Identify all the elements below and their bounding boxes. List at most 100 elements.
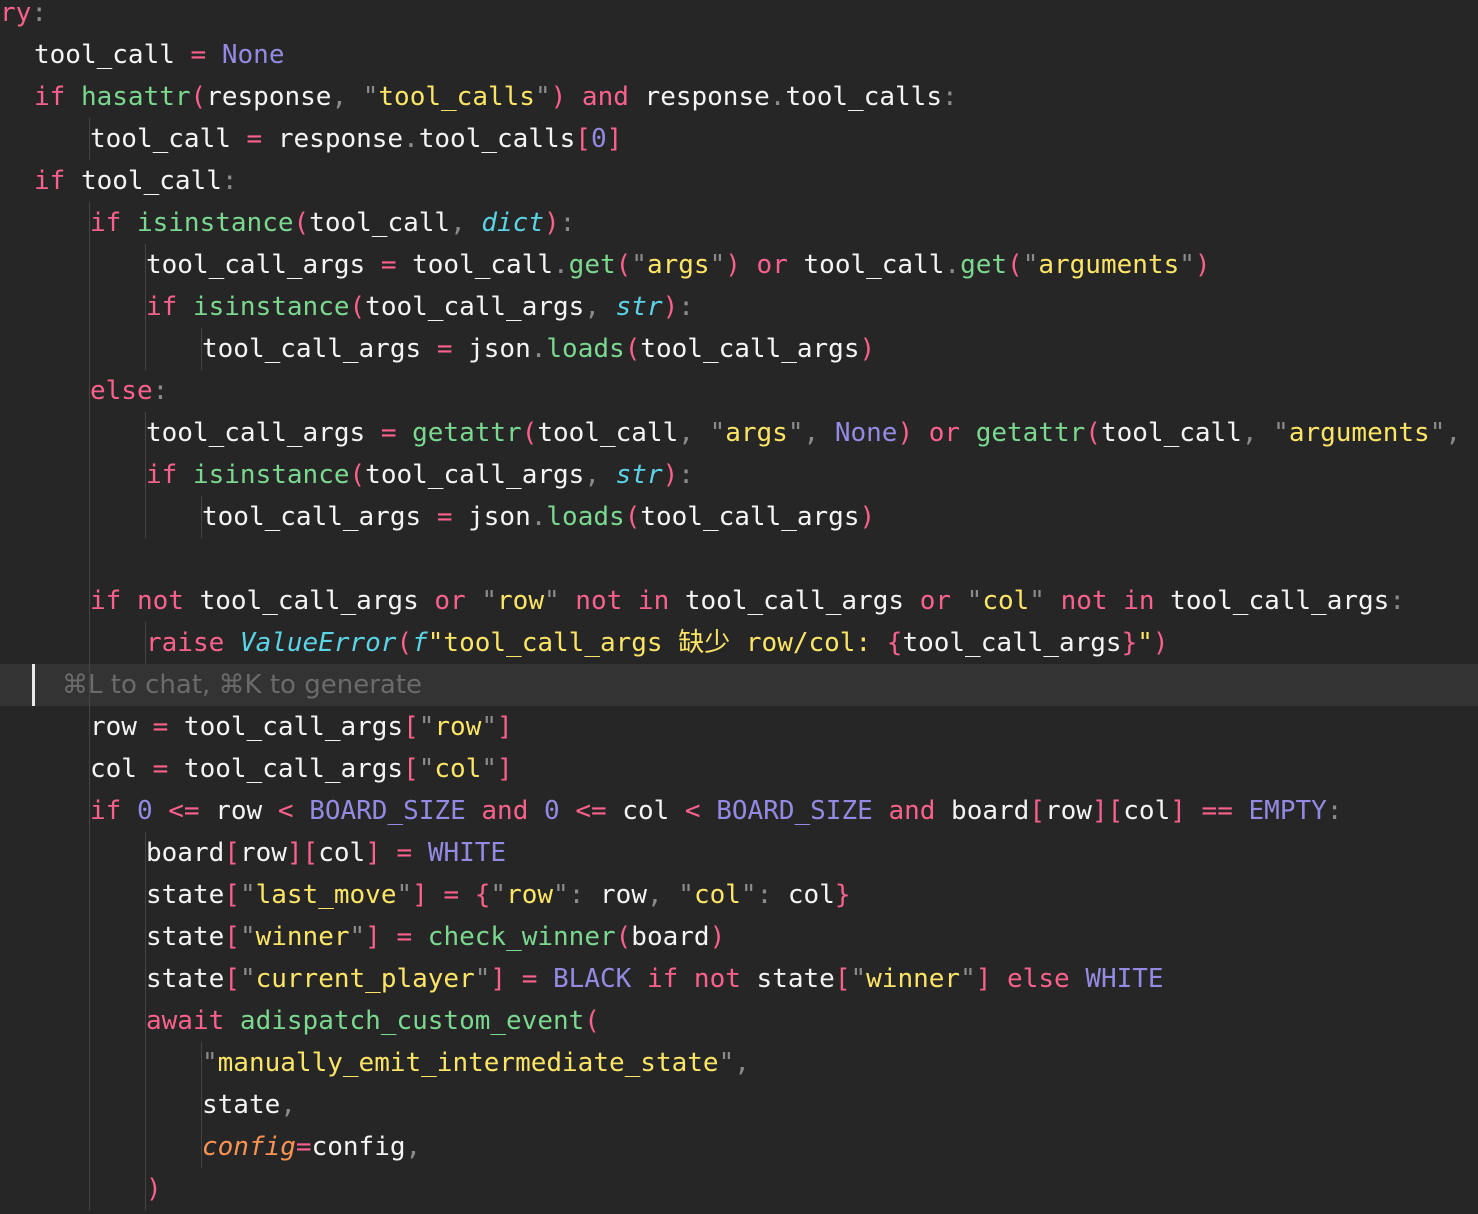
code-token: f: [412, 628, 428, 658]
code-text: tool_call_args = json.loads(tool_call_ar…: [202, 328, 875, 370]
code-line[interactable]: if hasattr(response, "tool_calls") and r…: [0, 76, 1478, 118]
code-token: args: [725, 418, 788, 448]
code-token: ,: [1445, 418, 1477, 448]
code-line[interactable]: tool_call_args = getattr(tool_call, "arg…: [0, 412, 1478, 454]
code-token: ": [850, 964, 867, 994]
code-line[interactable]: col = tool_call_args["col"]: [0, 748, 1478, 790]
code-token: get: [568, 250, 616, 280]
code-token: =: [521, 964, 538, 994]
code-token: getattr: [412, 418, 522, 448]
code-token: state: [202, 1090, 281, 1120]
code-token: tool_call_args: [1170, 586, 1390, 616]
code-token: BLACK: [553, 964, 632, 994]
code-line[interactable]: if not tool_call_args or "row" not in to…: [0, 580, 1478, 622]
code-token: ": [349, 922, 366, 952]
code-token: tool_call_args: [365, 460, 585, 490]
code-token: row: [506, 880, 554, 910]
code-token: 0: [136, 796, 153, 826]
code-token: :: [678, 292, 694, 322]
code-token: =: [396, 838, 413, 868]
code-token: ==: [1201, 796, 1233, 826]
code-token: col: [982, 586, 1030, 616]
code-token: ": [553, 880, 569, 910]
code-token: :: [559, 208, 576, 238]
code-token: and: [481, 796, 529, 826]
code-token: tool_call_args: [168, 712, 404, 742]
code-token: tool_call: [396, 250, 554, 280]
code-token: (: [293, 208, 310, 238]
code-line[interactable]: ry:: [0, 0, 1478, 34]
code-token: json: [452, 334, 531, 364]
code-token: :: [1389, 586, 1405, 616]
code-line[interactable]: state["winner"] = check_winner(board): [0, 916, 1478, 958]
code-token: BOARD_SIZE: [309, 796, 466, 826]
code-token: :: [568, 880, 601, 910]
code-token: tool_call_args: [640, 502, 860, 532]
code-token: tool_call_args: [168, 754, 404, 784]
code-token: 0: [544, 796, 560, 826]
code-token: ": [709, 250, 726, 280]
code-token: (: [190, 82, 207, 112]
code-token: row: [90, 712, 153, 742]
code-token: if not: [90, 586, 200, 616]
indent-guide: [145, 412, 146, 538]
code-line[interactable]: await adispatch_custom_event(: [0, 1000, 1478, 1042]
code-token: tool_call_args: [146, 418, 381, 448]
code-line[interactable]: if 0 <= row < BOARD_SIZE and 0 <= col < …: [0, 790, 1478, 832]
code-token: ]: [365, 838, 381, 868]
code-line[interactable]: tool_call = response.tool_calls[0]: [0, 118, 1478, 160]
code-token: ): [859, 334, 876, 364]
code-line[interactable]: board[row][col] = WHITE: [0, 832, 1478, 874]
code-line[interactable]: if tool_call:: [0, 160, 1478, 202]
code-line[interactable]: "manually_emit_intermediate_state",: [0, 1042, 1478, 1084]
code-token: tool_call_args: [902, 628, 1122, 658]
code-token: =: [380, 250, 397, 280]
code-line[interactable]: if isinstance(tool_call, dict):: [0, 202, 1478, 244]
code-line[interactable]: tool_call_args = json.loads(tool_call_ar…: [0, 496, 1478, 538]
code-editor[interactable]: ry: tool_call = None if hasattr(response, …: [0, 0, 1478, 1214]
code-line[interactable]: raise ValueError(f"tool_call_args 缺少 row…: [0, 622, 1478, 664]
code-token: hasattr: [80, 82, 191, 112]
code-text: tool_call_args = json.loads(tool_call_ar…: [202, 496, 875, 538]
code-token: [: [224, 838, 240, 868]
code-token: :: [941, 82, 958, 112]
code-text: row = tool_call_args["row"]: [90, 706, 513, 748]
code-token: None: [834, 418, 898, 448]
code-token: state: [146, 964, 225, 994]
code-line[interactable]: row = tool_call_args["row"]: [0, 706, 1478, 748]
code-line[interactable]: [0, 538, 1478, 580]
code-token: ): [1152, 628, 1169, 658]
inline-prompt-line[interactable]: ⌘L to chat, ⌘K to generate: [0, 664, 1478, 706]
code-token: <=: [575, 796, 607, 826]
code-line[interactable]: state["current_player"] = BLACK if not s…: [0, 958, 1478, 1000]
code-line[interactable]: tool_call = None: [0, 34, 1478, 76]
code-line[interactable]: ): [0, 1168, 1478, 1210]
code-token: manually_emit_intermediate_state: [217, 1048, 719, 1078]
code-token: :: [221, 166, 238, 196]
code-line[interactable]: config=config,: [0, 1126, 1478, 1168]
code-text: col = tool_call_args["col"]: [90, 748, 513, 790]
code-token: .: [769, 82, 786, 112]
code-line[interactable]: state["last_move"] = {"row": row, "col":…: [0, 874, 1478, 916]
code-line[interactable]: else:: [0, 370, 1478, 412]
code-token: ": [1137, 628, 1153, 658]
code-line[interactable]: if isinstance(tool_call_args, str):: [0, 286, 1478, 328]
code-token: ": [1429, 418, 1446, 448]
code-line[interactable]: if isinstance(tool_call_args, str):: [0, 454, 1478, 496]
code-line[interactable]: tool_call_args = json.loads(tool_call_ar…: [0, 328, 1478, 370]
code-token: dict: [481, 208, 544, 238]
code-line[interactable]: state,: [0, 1084, 1478, 1126]
code-line[interactable]: tool_call_args = tool_call.get("args") o…: [0, 244, 1478, 286]
code-token: 0: [590, 124, 607, 154]
code-token: .: [944, 250, 961, 280]
indent-guide: [201, 496, 202, 538]
code-token: ]: [497, 712, 513, 742]
code-token: ": [474, 964, 491, 994]
